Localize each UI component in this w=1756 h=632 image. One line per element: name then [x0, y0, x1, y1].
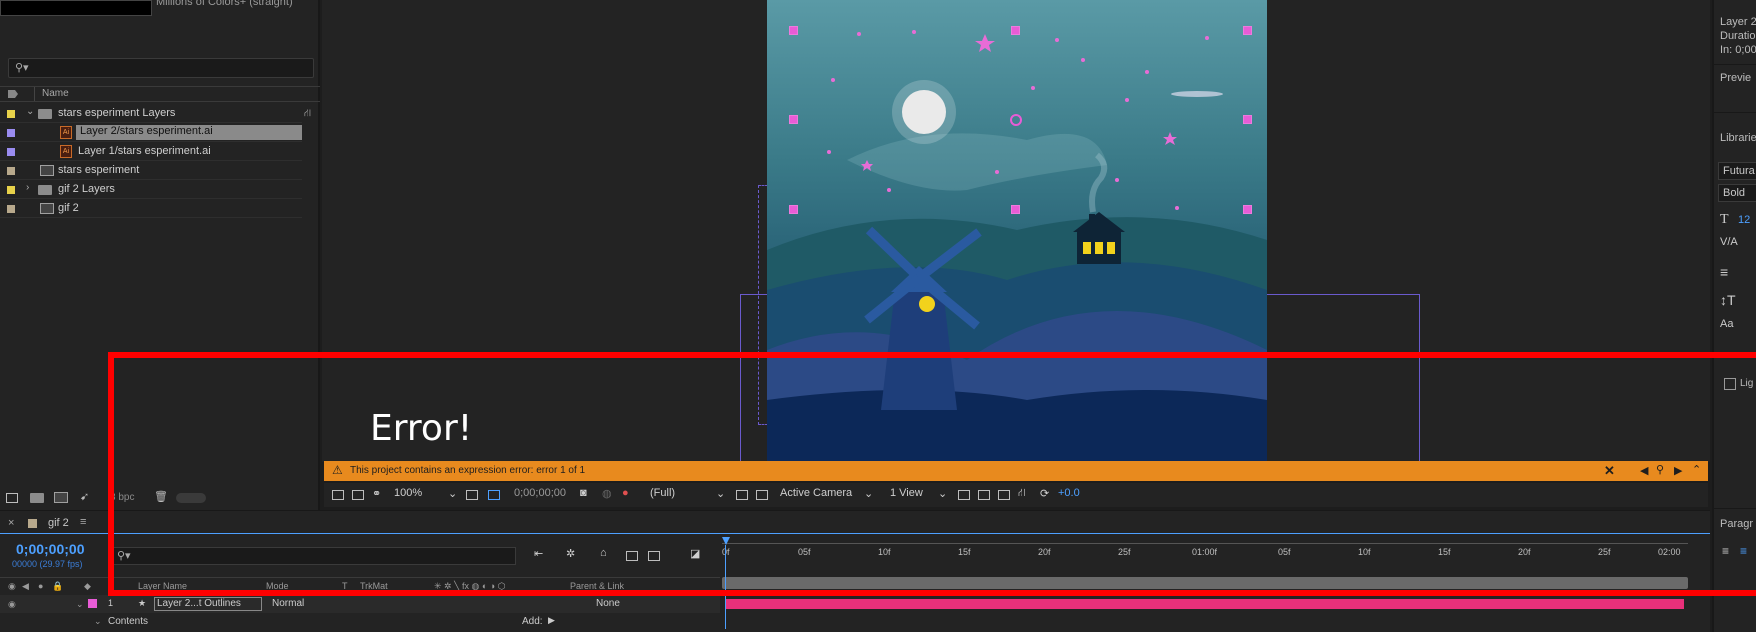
- composition-icon: [40, 165, 54, 176]
- transform-handle[interactable]: [1011, 26, 1020, 35]
- project-item-comp[interactable]: gif 2: [0, 199, 302, 218]
- preview-panel-label[interactable]: Previe: [1720, 72, 1751, 84]
- info-in: In: 0;00: [1720, 44, 1756, 56]
- composition-icon: [40, 203, 54, 214]
- shape-layer-icon: ★: [138, 598, 147, 608]
- project-search-input[interactable]: ⚲▾: [8, 58, 314, 78]
- font-family-dropdown[interactable]: Futura: [1718, 162, 1756, 180]
- project-item-label: Layer 1/stars esperiment.ai: [78, 145, 211, 157]
- label-color-swatch[interactable]: [7, 205, 15, 213]
- transform-handle[interactable]: [789, 26, 798, 35]
- comp-thumbnail: [0, 0, 152, 16]
- layer-label-swatch[interactable]: [88, 599, 97, 608]
- folder-icon: [38, 185, 52, 195]
- render-queue-icon[interactable]: ➹: [80, 490, 89, 503]
- annotation-highlight: [108, 352, 1756, 596]
- illustrator-file-icon: Ai: [60, 126, 72, 139]
- tab-comp-gif2[interactable]: gif 2: [48, 517, 69, 529]
- font-size-value[interactable]: 12: [1738, 214, 1750, 226]
- timeline-fps: 00000 (29.97 fps): [12, 559, 83, 569]
- solo-toggle-icon[interactable]: ●: [38, 581, 43, 591]
- folder-icon: [38, 109, 52, 119]
- project-item-folder[interactable]: ⌄ stars esperiment Layers ⛙: [0, 104, 311, 123]
- panel-menu-icon[interactable]: ≡: [80, 516, 86, 528]
- interpret-footage-icon[interactable]: [6, 493, 18, 503]
- chevron-down-icon[interactable]: ⌄: [94, 616, 102, 627]
- contents-label: Contents: [108, 616, 149, 627]
- blend-mode-dropdown[interactable]: Normal: [272, 598, 304, 609]
- layer-duration-bar[interactable]: [726, 599, 1684, 609]
- new-composition-icon[interactable]: [54, 492, 68, 503]
- info-duration: Duration: [1720, 30, 1756, 42]
- kerning-icon: V/A: [1720, 236, 1738, 248]
- video-toggle-icon[interactable]: ◉: [8, 581, 16, 592]
- font-size-icon: T: [1720, 212, 1729, 227]
- project-item-label: gif 2: [58, 202, 79, 214]
- lock-icon[interactable]: 🔒: [52, 581, 63, 592]
- comp-label-swatch: [28, 519, 37, 528]
- eye-icon[interactable]: ◉: [8, 599, 16, 610]
- label-color-swatch[interactable]: [7, 167, 15, 175]
- layer-row[interactable]: ◉ ⌄ 1 ★ Layer 2...t Outlines Normal None: [0, 595, 720, 613]
- chevron-down-icon[interactable]: ⌄: [26, 106, 34, 117]
- after-effects-window: Millions of Colors+ (straight) ⚲▾ Name ⌄…: [0, 0, 1756, 632]
- column-name[interactable]: Name: [42, 88, 69, 99]
- transform-handle[interactable]: [789, 115, 798, 124]
- illustrator-file-icon: Ai: [60, 145, 72, 158]
- label-color-swatch[interactable]: [7, 110, 15, 118]
- project-item-ai[interactable]: Ai Layer 2/stars esperiment.ai: [0, 123, 302, 142]
- label-color-swatch[interactable]: [7, 186, 15, 194]
- layer-name[interactable]: Layer 2...t Outlines: [154, 597, 262, 611]
- project-item-label: stars esperiment Layers: [58, 107, 176, 119]
- project-item-folder[interactable]: › gif 2 Layers: [0, 180, 302, 199]
- label-tag-icon[interactable]: [8, 90, 18, 98]
- contents-row[interactable]: ⌄ Contents Add: ▶: [0, 613, 720, 631]
- layer-number: 1: [108, 598, 114, 608]
- label-color-swatch[interactable]: [7, 129, 15, 137]
- info-layer: Layer 2: [1720, 16, 1756, 28]
- transform-handle[interactable]: [1011, 205, 1020, 214]
- transform-handle[interactable]: [789, 205, 798, 214]
- font-style-dropdown[interactable]: Bold: [1718, 184, 1756, 202]
- project-item-comp[interactable]: stars esperiment: [0, 161, 302, 180]
- project-item-label: Layer 2/stars esperiment.ai: [76, 125, 302, 140]
- search-icon: ⚲▾: [15, 62, 29, 74]
- chevron-right-icon[interactable]: ›: [26, 182, 29, 193]
- timeline-timecode[interactable]: 0;00;00;00: [16, 541, 85, 557]
- transform-handle[interactable]: [1243, 205, 1252, 214]
- label-tag-icon[interactable]: ◆: [84, 581, 91, 592]
- thumbnail-info: Millions of Colors+ (straight): [156, 0, 293, 8]
- project-column-header: Name: [0, 86, 320, 102]
- libraries-panel-label[interactable]: Libraries: [1720, 132, 1756, 144]
- stroke-width-icon: ≡: [1720, 264, 1729, 280]
- transform-handle[interactable]: [1243, 115, 1252, 124]
- hierarchy-icon[interactable]: ⛙: [304, 108, 311, 121]
- anchor-point-icon[interactable]: [1010, 114, 1022, 126]
- new-folder-icon[interactable]: [30, 493, 44, 503]
- vertical-scale-icon: ↕T: [1720, 292, 1736, 308]
- project-item-label: stars esperiment: [58, 164, 140, 176]
- add-label: Add:: [522, 616, 543, 627]
- project-item-ai[interactable]: Ai Layer 1/stars esperiment.ai: [0, 142, 302, 161]
- baseline-shift-icon: Aa: [1720, 318, 1734, 330]
- moon: [902, 90, 946, 134]
- audio-toggle-icon[interactable]: ◀: [22, 581, 29, 592]
- add-menu-icon[interactable]: ▶: [548, 615, 555, 626]
- parent-dropdown[interactable]: None: [596, 598, 620, 609]
- project-item-label: gif 2 Layers: [58, 183, 115, 195]
- close-tab-icon[interactable]: ×: [8, 517, 14, 529]
- chevron-down-icon[interactable]: ⌄: [76, 599, 84, 610]
- transform-handle[interactable]: [1243, 26, 1252, 35]
- label-color-swatch[interactable]: [7, 148, 15, 156]
